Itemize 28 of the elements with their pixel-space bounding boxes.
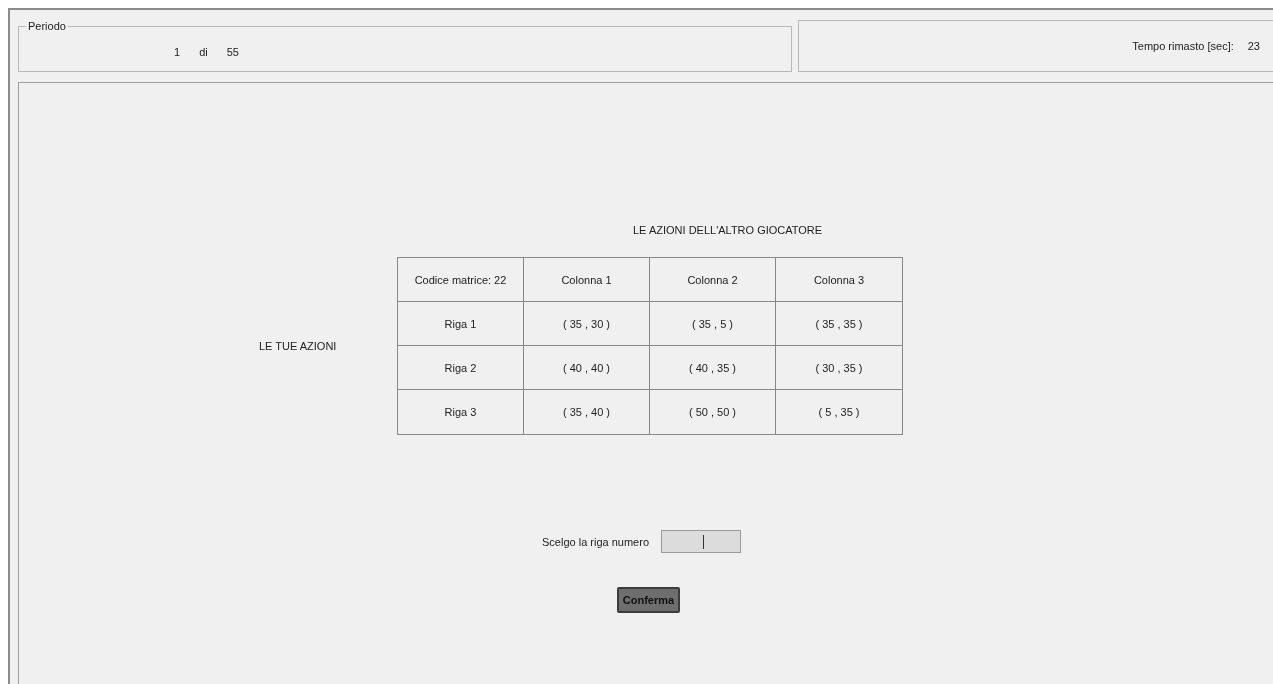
header-cell: Colonna 2	[650, 258, 776, 302]
table-cell: ( 30 , 35 )	[776, 346, 902, 390]
table-cell: ( 35 , 5 )	[650, 302, 776, 346]
table-cell: ( 35 , 35 )	[776, 302, 902, 346]
period-current: 1	[174, 45, 181, 58]
table-cell: Riga 2	[398, 346, 524, 390]
table-cell: Riga 3	[398, 390, 524, 434]
table-cell: ( 40 , 35 )	[650, 346, 776, 390]
matrix-title: LE AZIONI DELL'ALTRO GIOCATORE	[633, 224, 823, 236]
header-cell: Codice matrice: 22	[398, 258, 524, 302]
timer-label: Tempo rimasto [sec]:	[1132, 40, 1234, 52]
period-total: 55	[226, 45, 239, 58]
choice-label: Scelgo la riga numero	[542, 535, 649, 548]
table-cell: ( 35 , 30 )	[524, 302, 650, 346]
confirm-button[interactable]: Conferma	[617, 587, 680, 613]
table-cell: Riga 1	[398, 302, 524, 346]
text-cursor	[702, 534, 704, 549]
period-legend: Periodo	[26, 20, 68, 32]
table-cell: ( 35 , 40 )	[524, 390, 650, 434]
table-cell: ( 50 , 50 )	[650, 390, 776, 434]
row-number-field[interactable]	[661, 530, 741, 553]
period-separator: di	[199, 45, 208, 58]
timer-value: 23	[1247, 40, 1260, 52]
row-axis-label: LE TUE AZIONI	[259, 340, 338, 352]
header-cell: Colonna 1	[524, 258, 650, 302]
table-cell-text: ( 5 , 35 )	[817, 405, 861, 420]
table-cell: ( 40 , 40 )	[524, 346, 650, 390]
header-cell: Colonna 3	[776, 258, 902, 302]
